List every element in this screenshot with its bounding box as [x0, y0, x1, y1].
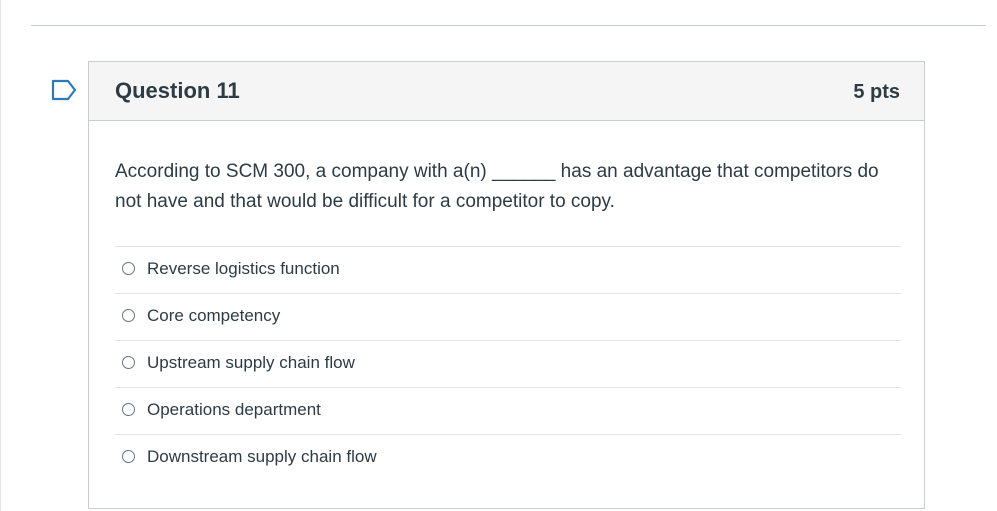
answer-label[interactable]: Upstream supply chain flow: [147, 353, 355, 373]
radio-button[interactable]: [122, 262, 135, 275]
quiz-page: Question 11 5 pts According to SCM 300, …: [0, 0, 997, 511]
radio-button[interactable]: [122, 309, 135, 322]
radio-button[interactable]: [122, 403, 135, 416]
radio-button[interactable]: [122, 450, 135, 463]
answer-label[interactable]: Reverse logistics function: [147, 259, 340, 279]
radio-button[interactable]: [122, 356, 135, 369]
answer-option-4[interactable]: Operations department: [115, 387, 901, 434]
left-border: [0, 0, 1, 511]
answer-option-1[interactable]: Reverse logistics function: [115, 246, 901, 293]
question-text: According to SCM 300, a company with a(n…: [115, 161, 879, 212]
question-points: 5 pts: [853, 81, 900, 103]
answer-option-3[interactable]: Upstream supply chain flow: [115, 340, 901, 387]
question-card: Question 11 5 pts According to SCM 300, …: [88, 61, 925, 509]
flag-question-icon[interactable]: [50, 78, 78, 102]
answer-option-5[interactable]: Downstream supply chain flow: [115, 434, 901, 481]
answer-list: Reverse logistics function Core competen…: [115, 246, 901, 481]
top-divider: [31, 25, 986, 26]
answer-label[interactable]: Downstream supply chain flow: [147, 447, 377, 467]
question-title: Question 11: [115, 78, 240, 103]
question-header: Question 11 5 pts: [89, 62, 924, 121]
answer-option-2[interactable]: Core competency: [115, 293, 901, 340]
answer-label[interactable]: Operations department: [147, 400, 321, 420]
answer-label[interactable]: Core competency: [147, 306, 280, 326]
